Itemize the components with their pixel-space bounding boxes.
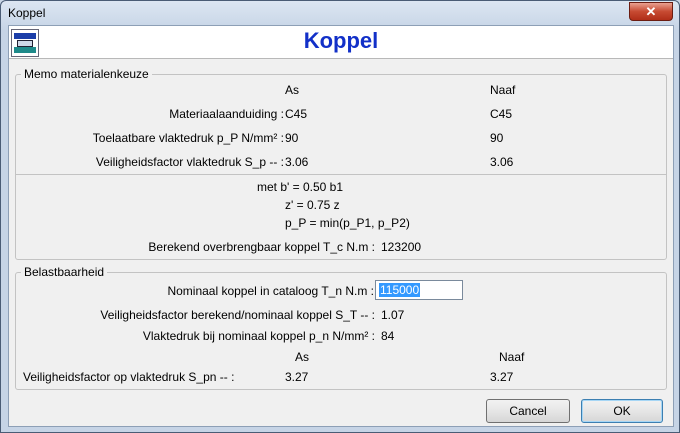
- nominaal-koppel-input[interactable]: 115000: [375, 280, 463, 300]
- vlak-naaf: 3.27: [490, 370, 514, 384]
- factor-value: 1.07: [381, 308, 405, 322]
- dialog-window: Koppel ✕ Koppel Memo materialenkeuze As …: [0, 0, 680, 433]
- factor-label: Veiligheidsfactor berekend/nominaal kopp…: [100, 308, 375, 322]
- nominaal-koppel-value: 115000: [379, 283, 421, 297]
- dialog-header: Koppel: [9, 26, 673, 59]
- title-bar[interactable]: Koppel ✕: [1, 1, 679, 25]
- vlak-as: 3.27: [285, 370, 309, 384]
- page-title: Koppel: [303, 28, 379, 53]
- close-icon: ✕: [645, 4, 657, 19]
- druk-value: 84: [381, 329, 395, 343]
- window-title: Koppel: [8, 6, 46, 20]
- formula-line-2: z' = 0.75 z: [285, 198, 340, 212]
- nominaal-label: Nominaal koppel in cataloog T_n N.m :: [167, 284, 374, 298]
- cancel-button[interactable]: Cancel: [486, 399, 570, 423]
- berekend-label: Berekend overbrengbaar koppel T_c N.m :: [148, 240, 375, 254]
- close-button[interactable]: ✕: [629, 2, 673, 21]
- memo-col-as: As: [285, 83, 300, 97]
- berekend-value: 123200: [381, 240, 422, 254]
- formula-line-3: p_P = min(p_P1, p_P2): [285, 216, 410, 230]
- materiaal-as: C45: [285, 107, 308, 121]
- materiaal-label: Materiaalaanduiding :: [169, 107, 284, 121]
- toelaatbare-as: 90: [285, 131, 299, 145]
- toelaatbare-label: Toelaatbare vlaktedruk p_P N/mm² :: [92, 131, 284, 145]
- belast-col-as: As: [295, 350, 310, 364]
- memo-divider: [15, 174, 666, 175]
- belast-col-naaf: Naaf: [499, 350, 525, 364]
- materiaal-naaf: C45: [490, 107, 513, 121]
- belastbaarheid-group-label: Belastbaarheid: [21, 265, 108, 279]
- druk-label: Vlaktedruk bij nominaal koppel p_n N/mm²…: [142, 329, 375, 343]
- formula-line-1: met b' = 0.50 b1: [257, 180, 344, 194]
- memo-col-naaf: Naaf: [490, 83, 516, 97]
- vlak-label: Veiligheidsfactor op vlaktedruk S_pn -- …: [23, 370, 235, 384]
- dialog-client-area: Koppel Memo materialenkeuze As Naaf Mate…: [8, 25, 674, 427]
- toelaatbare-naaf: 90: [490, 131, 504, 145]
- veiligheid-vlak-as: 3.06: [285, 155, 309, 169]
- memo-group-label: Memo materialenkeuze: [21, 67, 152, 81]
- ok-button[interactable]: OK: [581, 399, 663, 423]
- veiligheid-vlak-label: Veiligheidsfactor vlaktedruk S_p -- :: [95, 155, 284, 169]
- veiligheid-vlak-naaf: 3.06: [490, 155, 514, 169]
